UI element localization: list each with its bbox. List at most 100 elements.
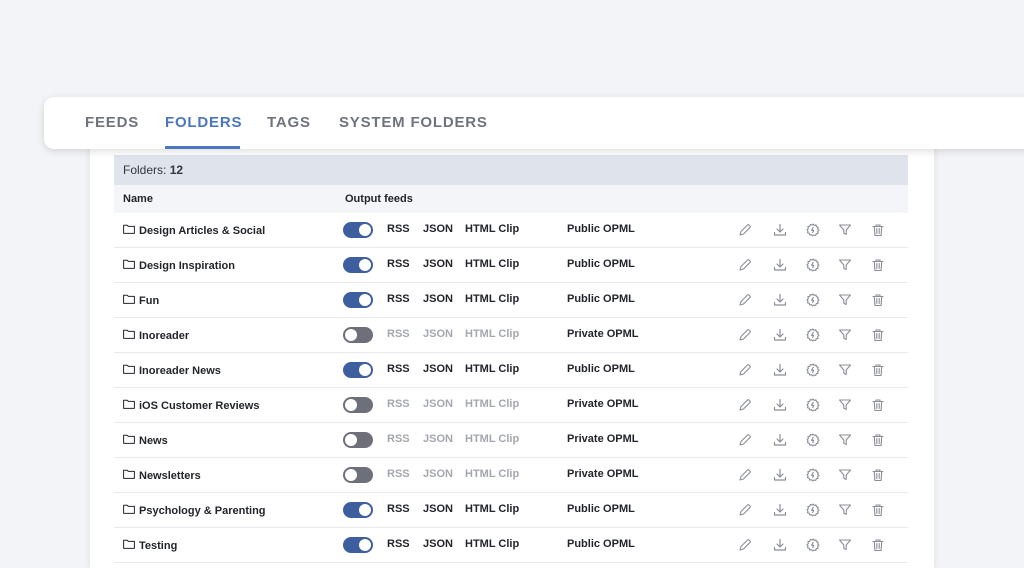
output-feeds-toggle[interactable] [343, 537, 373, 553]
download-icon[interactable] [772, 292, 788, 308]
html-clip-link[interactable]: HTML Clip [465, 293, 519, 305]
rules-icon[interactable] [805, 397, 821, 413]
trash-icon[interactable] [870, 257, 886, 273]
tab-folders[interactable]: FOLDERS [165, 114, 242, 131]
trash-icon[interactable] [870, 537, 886, 553]
filter-icon[interactable] [837, 467, 853, 483]
trash-icon[interactable] [870, 467, 886, 483]
trash-icon[interactable] [870, 222, 886, 238]
rss-link[interactable]: RSS [387, 258, 410, 270]
json-link[interactable]: JSON [423, 293, 453, 305]
filter-icon[interactable] [837, 362, 853, 378]
download-icon[interactable] [772, 537, 788, 553]
output-feeds-toggle[interactable] [343, 502, 373, 518]
json-link[interactable]: JSON [423, 503, 453, 515]
filter-icon[interactable] [837, 257, 853, 273]
download-icon[interactable] [772, 467, 788, 483]
opml-link[interactable]: Public OPML [567, 363, 635, 375]
filter-icon[interactable] [837, 222, 853, 238]
folder-name[interactable]: Design Articles & Social [123, 224, 265, 237]
rules-icon[interactable] [805, 222, 821, 238]
filter-icon[interactable] [837, 397, 853, 413]
trash-icon[interactable] [870, 397, 886, 413]
rules-icon[interactable] [805, 292, 821, 308]
filter-icon[interactable] [837, 432, 853, 448]
pencil-icon[interactable] [737, 502, 753, 518]
folder-name[interactable]: iOS Customer Reviews [123, 399, 259, 412]
json-link[interactable]: JSON [423, 328, 453, 340]
rss-link[interactable]: RSS [387, 398, 410, 410]
output-feeds-toggle[interactable] [343, 432, 373, 448]
output-feeds-toggle[interactable] [343, 327, 373, 343]
trash-icon[interactable] [870, 327, 886, 343]
opml-link[interactable]: Private OPML [567, 328, 639, 340]
rss-link[interactable]: RSS [387, 328, 410, 340]
html-clip-link[interactable]: HTML Clip [465, 363, 519, 375]
pencil-icon[interactable] [737, 327, 753, 343]
download-icon[interactable] [772, 257, 788, 273]
pencil-icon[interactable] [737, 362, 753, 378]
download-icon[interactable] [772, 327, 788, 343]
rss-link[interactable]: RSS [387, 468, 410, 480]
rss-link[interactable]: RSS [387, 363, 410, 375]
json-link[interactable]: JSON [423, 223, 453, 235]
folder-name[interactable]: Fun [123, 294, 159, 307]
pencil-icon[interactable] [737, 257, 753, 273]
json-link[interactable]: JSON [423, 258, 453, 270]
rules-icon[interactable] [805, 432, 821, 448]
pencil-icon[interactable] [737, 537, 753, 553]
output-feeds-toggle[interactable] [343, 222, 373, 238]
download-icon[interactable] [772, 397, 788, 413]
opml-link[interactable]: Private OPML [567, 433, 639, 445]
filter-icon[interactable] [837, 502, 853, 518]
pencil-icon[interactable] [737, 432, 753, 448]
opml-link[interactable]: Private OPML [567, 398, 639, 410]
pencil-icon[interactable] [737, 397, 753, 413]
json-link[interactable]: JSON [423, 433, 453, 445]
json-link[interactable]: JSON [423, 398, 453, 410]
pencil-icon[interactable] [737, 292, 753, 308]
opml-link[interactable]: Public OPML [567, 538, 635, 550]
opml-link[interactable]: Public OPML [567, 223, 635, 235]
rss-link[interactable]: RSS [387, 223, 410, 235]
rss-link[interactable]: RSS [387, 293, 410, 305]
html-clip-link[interactable]: HTML Clip [465, 538, 519, 550]
trash-icon[interactable] [870, 362, 886, 378]
html-clip-link[interactable]: HTML Clip [465, 328, 519, 340]
folder-name[interactable]: Design Inspiration [123, 259, 235, 272]
opml-link[interactable]: Public OPML [567, 293, 635, 305]
rss-link[interactable]: RSS [387, 538, 410, 550]
pencil-icon[interactable] [737, 222, 753, 238]
html-clip-link[interactable]: HTML Clip [465, 398, 519, 410]
folder-name[interactable]: Newsletters [123, 469, 201, 482]
rss-link[interactable]: RSS [387, 503, 410, 515]
rules-icon[interactable] [805, 467, 821, 483]
rules-icon[interactable] [805, 362, 821, 378]
rules-icon[interactable] [805, 257, 821, 273]
rules-icon[interactable] [805, 537, 821, 553]
download-icon[interactable] [772, 222, 788, 238]
rules-icon[interactable] [805, 327, 821, 343]
html-clip-link[interactable]: HTML Clip [465, 223, 519, 235]
output-feeds-toggle[interactable] [343, 397, 373, 413]
json-link[interactable]: JSON [423, 538, 453, 550]
rss-link[interactable]: RSS [387, 433, 410, 445]
output-feeds-toggle[interactable] [343, 257, 373, 273]
download-icon[interactable] [772, 502, 788, 518]
folder-name[interactable]: Inoreader News [123, 364, 221, 377]
html-clip-link[interactable]: HTML Clip [465, 433, 519, 445]
rules-icon[interactable] [805, 502, 821, 518]
trash-icon[interactable] [870, 432, 886, 448]
filter-icon[interactable] [837, 327, 853, 343]
json-link[interactable]: JSON [423, 363, 453, 375]
trash-icon[interactable] [870, 502, 886, 518]
folder-name[interactable]: Psychology & Parenting [123, 504, 266, 517]
filter-icon[interactable] [837, 292, 853, 308]
tab-system-folders[interactable]: SYSTEM FOLDERS [339, 114, 488, 131]
trash-icon[interactable] [870, 292, 886, 308]
opml-link[interactable]: Private OPML [567, 468, 639, 480]
opml-link[interactable]: Public OPML [567, 503, 635, 515]
output-feeds-toggle[interactable] [343, 362, 373, 378]
download-icon[interactable] [772, 362, 788, 378]
pencil-icon[interactable] [737, 467, 753, 483]
